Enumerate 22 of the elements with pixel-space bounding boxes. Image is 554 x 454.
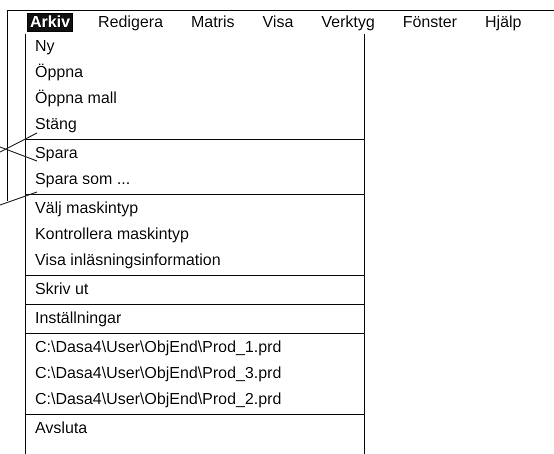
- menu-item[interactable]: Visa inläsningsinformation: [35, 252, 221, 269]
- menu-bar-item[interactable]: Redigera: [95, 13, 166, 32]
- menu-item[interactable]: Ny: [35, 38, 55, 55]
- menu-bar-item[interactable]: Arkiv: [27, 13, 74, 32]
- menu-item[interactable]: Öppna mall: [35, 90, 117, 107]
- menu-bar-item[interactable]: Verktyg: [318, 13, 378, 32]
- menu-item[interactable]: Skriv ut: [35, 281, 88, 298]
- menu-item[interactable]: Öppna: [35, 64, 84, 81]
- menu-item[interactable]: C:\Dasa4\User\ObjEnd\Prod_2.prd: [35, 391, 282, 408]
- menu-item[interactable]: C:\Dasa4\User\ObjEnd\Prod_1.prd: [35, 339, 282, 356]
- menu-item[interactable]: Spara: [35, 145, 78, 162]
- menu-item[interactable]: Avsluta: [35, 420, 88, 437]
- menu-item[interactable]: Kontrollera maskintyp: [35, 226, 189, 243]
- menu-item[interactable]: Inställningar: [35, 310, 122, 327]
- menu-bar-item[interactable]: Visa: [260, 13, 296, 32]
- menu-item[interactable]: Stäng: [35, 116, 77, 133]
- menu-bar-item[interactable]: Fönster: [400, 13, 460, 32]
- menu-item[interactable]: Välj maskintyp: [35, 200, 138, 217]
- menu-bar-item[interactable]: Matris: [188, 13, 238, 32]
- menu-item[interactable]: C:\Dasa4\User\ObjEnd\Prod_3.prd: [35, 365, 282, 382]
- menu-item[interactable]: Spara som ...: [35, 171, 130, 188]
- menu-bar-item[interactable]: Hjälp: [482, 13, 524, 32]
